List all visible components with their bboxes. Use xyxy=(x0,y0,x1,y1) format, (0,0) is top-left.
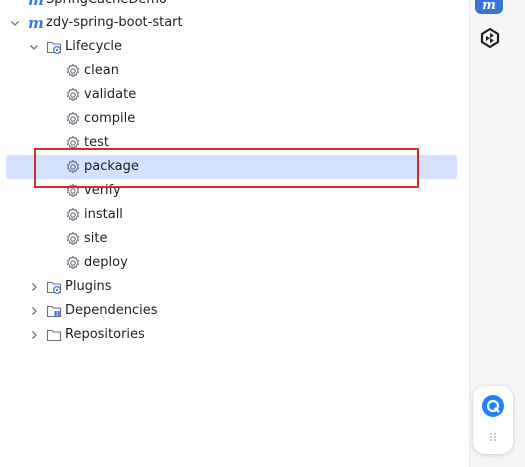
dependencies-node[interactable]: Dependencies xyxy=(6,299,457,323)
maven-tool-window-tree: m SpringCacheDemo m zdy-spring-boot-star… xyxy=(0,0,468,467)
phase-label: validate xyxy=(84,87,137,102)
phase-label: deploy xyxy=(84,255,128,270)
gear-icon xyxy=(65,63,81,79)
repositories-label: Repositories xyxy=(65,327,145,342)
lifecycle-phase-install[interactable]: install xyxy=(6,203,457,227)
maven-tool-button[interactable]: m xyxy=(475,0,503,14)
gear-icon xyxy=(65,135,81,151)
lifecycle-phase-deploy[interactable]: deploy xyxy=(6,251,457,275)
gear-icon xyxy=(65,159,81,175)
maven-m-icon: m xyxy=(482,0,496,13)
lifecycle-phase-site[interactable]: site xyxy=(6,227,457,251)
gear-icon xyxy=(65,255,81,271)
gear-icon xyxy=(65,183,81,199)
plugins-folder-icon xyxy=(46,279,62,295)
phase-label: compile xyxy=(84,111,136,126)
chevron-down-icon[interactable] xyxy=(9,17,21,29)
plugins-label: Plugins xyxy=(65,279,112,294)
repositories-folder-icon xyxy=(46,327,62,343)
gear-icon xyxy=(65,87,81,103)
plugins-node[interactable]: Plugins xyxy=(6,275,457,299)
phase-label: test xyxy=(84,135,109,150)
dependencies-label: Dependencies xyxy=(65,303,158,318)
gear-icon xyxy=(65,231,81,247)
maven-m-icon: m xyxy=(28,0,44,9)
lifecycle-phase-verify[interactable]: verify xyxy=(6,179,457,203)
chevron-right-icon[interactable] xyxy=(28,281,40,293)
repositories-node[interactable]: Repositories xyxy=(6,323,457,347)
chevron-down-icon[interactable] xyxy=(28,41,40,53)
lifecycle-label: Lifecycle xyxy=(65,39,123,54)
phase-label: verify xyxy=(84,183,121,198)
lifecycle-folder-icon xyxy=(46,39,62,55)
floating-assistant-panel xyxy=(473,386,513,454)
gear-icon xyxy=(65,207,81,223)
phase-label: site xyxy=(84,231,108,246)
phase-label: clean xyxy=(84,63,119,78)
ai-assistant-icon[interactable] xyxy=(479,27,501,49)
lifecycle-phase-validate[interactable]: validate xyxy=(6,83,457,107)
lifecycle-phase-clean[interactable]: clean xyxy=(6,59,457,83)
project-node-zdy-spring-boot-start[interactable]: m zdy-spring-boot-start xyxy=(6,11,457,35)
phase-label: package xyxy=(84,159,139,174)
lifecycle-phase-compile[interactable]: compile xyxy=(6,107,457,131)
maven-m-icon: m xyxy=(28,14,44,32)
chevron-right-icon[interactable] xyxy=(28,329,40,341)
chevron-right-icon[interactable] xyxy=(28,305,40,317)
phase-label: install xyxy=(84,207,123,222)
lifecycle-node[interactable]: Lifecycle xyxy=(6,35,457,59)
lifecycle-phase-package[interactable]: package xyxy=(6,155,457,179)
gear-icon xyxy=(65,111,81,127)
chat-bubble-icon[interactable] xyxy=(482,395,504,417)
lifecycle-phase-test[interactable]: test xyxy=(6,131,457,155)
project-name: zdy-spring-boot-start xyxy=(46,15,183,30)
drag-handle-icon[interactable] xyxy=(489,431,497,441)
dependencies-folder-icon xyxy=(46,303,62,319)
